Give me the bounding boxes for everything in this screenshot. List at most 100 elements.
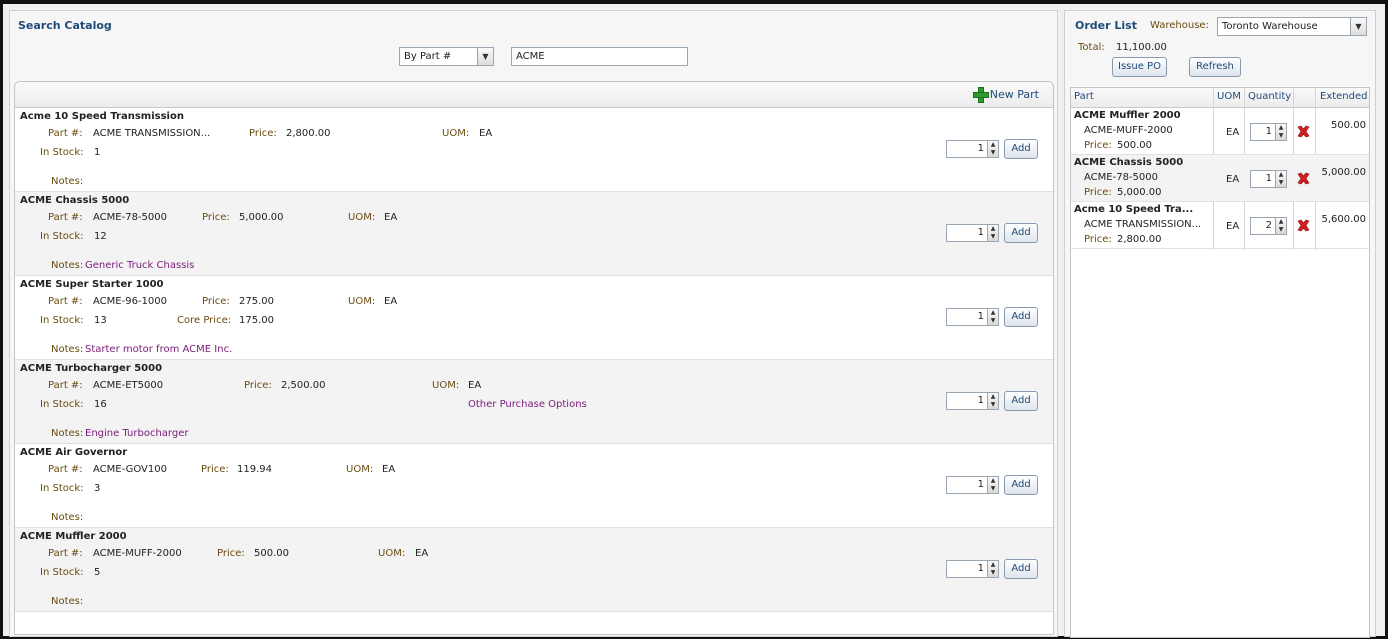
part-row: ACME Chassis 5000 Part #: ACME-78-5000 P…	[15, 192, 1053, 276]
column-part[interactable]: Part	[1074, 91, 1094, 102]
order-quantity-stepper[interactable]: 1 ▲ ▼	[1250, 170, 1287, 188]
quantity-stepper[interactable]: 1 ▲ ▼	[946, 560, 1001, 578]
issue-po-button[interactable]: Issue PO	[1112, 57, 1167, 77]
add-button[interactable]: Add	[1004, 391, 1038, 411]
in-stock-label: In Stock:	[40, 231, 84, 242]
core-price: 175.00	[239, 315, 274, 326]
price: 275.00	[239, 296, 274, 307]
uom-label: UOM:	[378, 548, 406, 559]
search-mode-select[interactable]: By Part # ▼	[399, 47, 494, 66]
spinner-icon[interactable]: ▲ ▼	[987, 224, 999, 242]
quantity-stepper[interactable]: 1 ▲ ▼	[946, 476, 1001, 494]
order-item-name: ACME Chassis 5000	[1074, 157, 1184, 168]
spinner-icon[interactable]: ▲ ▼	[987, 560, 999, 578]
quantity-stepper[interactable]: 1 ▲ ▼	[946, 392, 1001, 410]
quantity-input[interactable]: 1	[946, 224, 988, 242]
quantity-stepper[interactable]: 1 ▲ ▼	[946, 140, 1001, 158]
core-price-label: Core Price:	[177, 315, 232, 326]
add-button[interactable]: Add	[1004, 223, 1038, 243]
in-stock-label: In Stock:	[40, 315, 84, 326]
uom: EA	[415, 548, 429, 559]
order-price-label: Price:	[1084, 187, 1112, 198]
uom: EA	[382, 464, 396, 475]
in-stock-label: In Stock:	[40, 399, 84, 410]
spinner-icon[interactable]: ▲ ▼	[1275, 217, 1287, 235]
search-mode-value: By Part #	[404, 51, 452, 62]
quantity-input[interactable]: 1	[946, 140, 988, 158]
order-item-part: ACME-78-5000	[1084, 172, 1158, 183]
delete-icon[interactable]	[1296, 124, 1311, 139]
uom: EA	[468, 380, 482, 391]
in-stock: 5	[94, 567, 101, 578]
spinner-icon[interactable]: ▲ ▼	[987, 308, 999, 326]
part-number-label: Part #:	[48, 548, 83, 559]
price-label: Price:	[201, 464, 229, 475]
quantity-input[interactable]: 1	[946, 560, 988, 578]
price-label: Price:	[244, 380, 272, 391]
column-uom[interactable]: UOM	[1217, 91, 1241, 102]
quantity-stepper[interactable]: 1 ▲ ▼	[946, 308, 1001, 326]
uom: EA	[384, 212, 398, 223]
part-number: ACME-78-5000	[93, 212, 167, 223]
spinner-icon[interactable]: ▲ ▼	[987, 476, 999, 494]
spinner-icon[interactable]: ▲ ▼	[987, 392, 999, 410]
quantity-input[interactable]: 1	[946, 476, 988, 494]
order-item-extended: 5,600.00	[1321, 214, 1366, 225]
search-catalog-title: Search Catalog	[18, 19, 112, 32]
uom-label: UOM:	[348, 296, 376, 307]
column-quantity[interactable]: Quantity	[1248, 91, 1291, 102]
part-number-label: Part #:	[48, 128, 83, 139]
notes-label: Notes:	[51, 428, 84, 439]
spinner-icon[interactable]: ▲ ▼	[1275, 123, 1287, 141]
order-item-part: ACME-MUFF-2000	[1084, 125, 1173, 136]
order-quantity-input[interactable]: 1	[1250, 123, 1276, 141]
warehouse-label: Warehouse:	[1150, 20, 1209, 31]
part-row: ACME Air Governor Part #: ACME-GOV100 Pr…	[15, 444, 1053, 528]
price-label: Price:	[202, 212, 230, 223]
order-quantity-input[interactable]: 1	[1250, 170, 1276, 188]
part-number-label: Part #:	[48, 380, 83, 391]
delete-icon[interactable]	[1296, 171, 1311, 186]
warehouse-select[interactable]: Toronto Warehouse ▼	[1217, 17, 1367, 36]
add-button[interactable]: Add	[1004, 139, 1038, 159]
part-number: ACME-ET5000	[93, 380, 164, 391]
total-label: Total:	[1078, 42, 1105, 53]
add-button[interactable]: Add	[1004, 307, 1038, 327]
window-frame: Search Catalog By Part # ▼ ACME New Part…	[0, 0, 1388, 639]
order-item-extended: 5,000.00	[1321, 167, 1366, 178]
column-extended[interactable]: Extended	[1320, 91, 1368, 102]
delete-icon[interactable]	[1296, 218, 1311, 233]
notes-label: Notes:	[51, 596, 84, 607]
part-number: ACME TRANSMISSION...	[93, 128, 211, 139]
add-button[interactable]: Add	[1004, 475, 1038, 495]
refresh-button[interactable]: Refresh	[1189, 57, 1241, 77]
part-number: ACME-MUFF-2000	[93, 548, 182, 559]
total-value: 11,100.00	[1116, 42, 1167, 53]
spinner-icon[interactable]: ▲ ▼	[987, 140, 999, 158]
order-list-panel: Order List Warehouse: Toronto Warehouse …	[1064, 10, 1376, 638]
add-button[interactable]: Add	[1004, 559, 1038, 579]
order-row: Acme 10 Speed Tra... ACME TRANSMISSION..…	[1071, 202, 1369, 249]
order-quantity-stepper[interactable]: 2 ▲ ▼	[1250, 217, 1287, 235]
order-item-name: Acme 10 Speed Tra...	[1074, 204, 1194, 215]
order-item-uom: EA	[1226, 221, 1240, 232]
new-part-label: New Part	[989, 87, 1039, 101]
new-part-button[interactable]: New Part	[972, 87, 1039, 103]
price: 500.00	[254, 548, 289, 559]
price: 5,000.00	[239, 212, 284, 223]
order-price-label: Price:	[1084, 140, 1112, 151]
uom: EA	[384, 296, 398, 307]
quantity-stepper[interactable]: 1 ▲ ▼	[946, 224, 1001, 242]
chevron-down-icon: ▼	[477, 48, 493, 65]
search-input[interactable]: ACME	[511, 47, 688, 66]
order-quantity-input[interactable]: 2	[1250, 217, 1276, 235]
price: 119.94	[237, 464, 272, 475]
order-list-title: Order List	[1075, 19, 1137, 32]
spinner-icon[interactable]: ▲ ▼	[1275, 170, 1287, 188]
other-purchase-options-link[interactable]: Other Purchase Options	[468, 399, 587, 410]
uom-label: UOM:	[348, 212, 376, 223]
quantity-input[interactable]: 1	[946, 392, 988, 410]
order-quantity-stepper[interactable]: 1 ▲ ▼	[1250, 123, 1287, 141]
quantity-input[interactable]: 1	[946, 308, 988, 326]
chevron-down-icon: ▼	[1350, 18, 1366, 35]
